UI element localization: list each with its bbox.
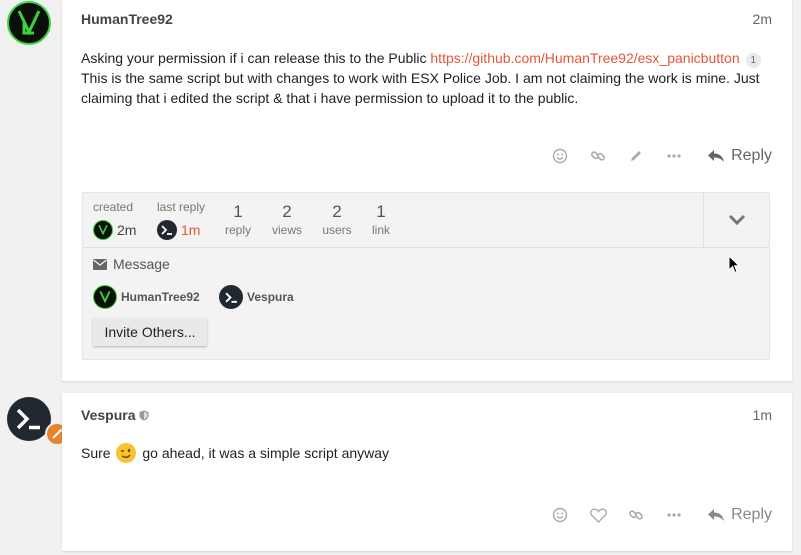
replies-count: 1 <box>233 202 243 221</box>
emoji-react-icon[interactable] <box>541 142 579 170</box>
more-options-icon[interactable] <box>655 501 693 529</box>
mouse-cursor-icon <box>728 255 740 274</box>
chevron-down-icon <box>728 214 745 226</box>
reply-arrow-icon <box>708 150 725 162</box>
post-username[interactable]: Vespura <box>81 407 149 423</box>
views-label: views <box>271 223 302 237</box>
post-actions: Reply <box>541 501 772 529</box>
users-label: users <box>322 223 352 237</box>
participant-humantree92[interactable]: HumanTree92 <box>93 285 200 309</box>
links-label: link <box>371 223 390 237</box>
post-body: Asking your permission if i can release … <box>81 48 771 108</box>
reply-arrow-icon <box>708 509 725 521</box>
shield-icon <box>139 410 149 420</box>
wink-emoji-icon <box>116 443 137 464</box>
terminal-logo-icon <box>16 408 40 430</box>
topic-map-expand-button[interactable] <box>703 193 769 248</box>
post-actions: Reply <box>541 142 772 170</box>
link-click-count: 1 <box>745 53 762 68</box>
participant-avatar <box>93 285 117 309</box>
post-body: Sure go ahead, it was a simple script an… <box>81 443 389 464</box>
users-count: 2 <box>332 202 342 221</box>
post-date[interactable]: 2m <box>753 11 772 27</box>
participant-name: Vespura <box>247 290 294 304</box>
participant-avatar <box>219 285 243 309</box>
links-count: 1 <box>376 202 386 221</box>
post-text: Asking your permission if i can release … <box>81 50 431 66</box>
topic-map: created 2m last reply 1m 1 reply 2 views… <box>82 192 770 360</box>
post-text-continued: This is the same script but with changes… <box>81 70 760 106</box>
avatar-humantree92[interactable] <box>7 1 51 45</box>
last-reply-time: 1m <box>181 222 201 238</box>
humantree-logo-icon <box>17 10 41 36</box>
message-label: Message <box>113 256 170 272</box>
post-text-continued: go ahead, it was a simple script anyway <box>138 445 390 461</box>
invite-others-button[interactable]: Invite Others... <box>93 318 207 346</box>
edit-pencil-icon[interactable] <box>617 142 655 170</box>
created-by-avatar <box>93 220 113 240</box>
post-2: Vespura 1m Sure go ahead, it was a simpl… <box>62 393 792 551</box>
post-username-text: Vespura <box>81 407 136 423</box>
created-time: 2m <box>117 222 137 238</box>
last-reply-avatar <box>157 220 177 240</box>
last-reply-label: last reply <box>157 200 206 214</box>
like-heart-icon[interactable] <box>579 501 617 529</box>
reply-button[interactable]: Reply <box>701 142 772 170</box>
more-options-icon[interactable] <box>655 142 693 170</box>
github-link[interactable]: https://github.com/HumanTree92/esx_panic… <box>430 50 739 66</box>
reply-label: Reply <box>731 506 772 523</box>
participant-vespura[interactable]: Vespura <box>219 285 294 309</box>
topic-map-summary[interactable]: created 2m last reply 1m 1 reply 2 views… <box>83 193 705 248</box>
envelope-icon <box>93 258 107 270</box>
post-1: HumanTree92 2m Asking your permission if… <box>62 0 792 381</box>
reply-button[interactable]: Reply <box>701 501 772 529</box>
views-count: 2 <box>282 202 292 221</box>
message-button[interactable]: Message <box>93 256 170 272</box>
link-icon[interactable] <box>579 142 617 170</box>
post-username[interactable]: HumanTree92 <box>81 11 173 27</box>
link-icon[interactable] <box>617 501 655 529</box>
emoji-react-icon[interactable] <box>541 501 579 529</box>
post-date[interactable]: 1m <box>753 407 772 423</box>
post-text: Sure <box>81 445 115 461</box>
replies-label: reply <box>224 223 251 237</box>
reply-label: Reply <box>731 147 772 164</box>
participant-name: HumanTree92 <box>121 290 200 304</box>
created-label: created <box>93 200 134 214</box>
